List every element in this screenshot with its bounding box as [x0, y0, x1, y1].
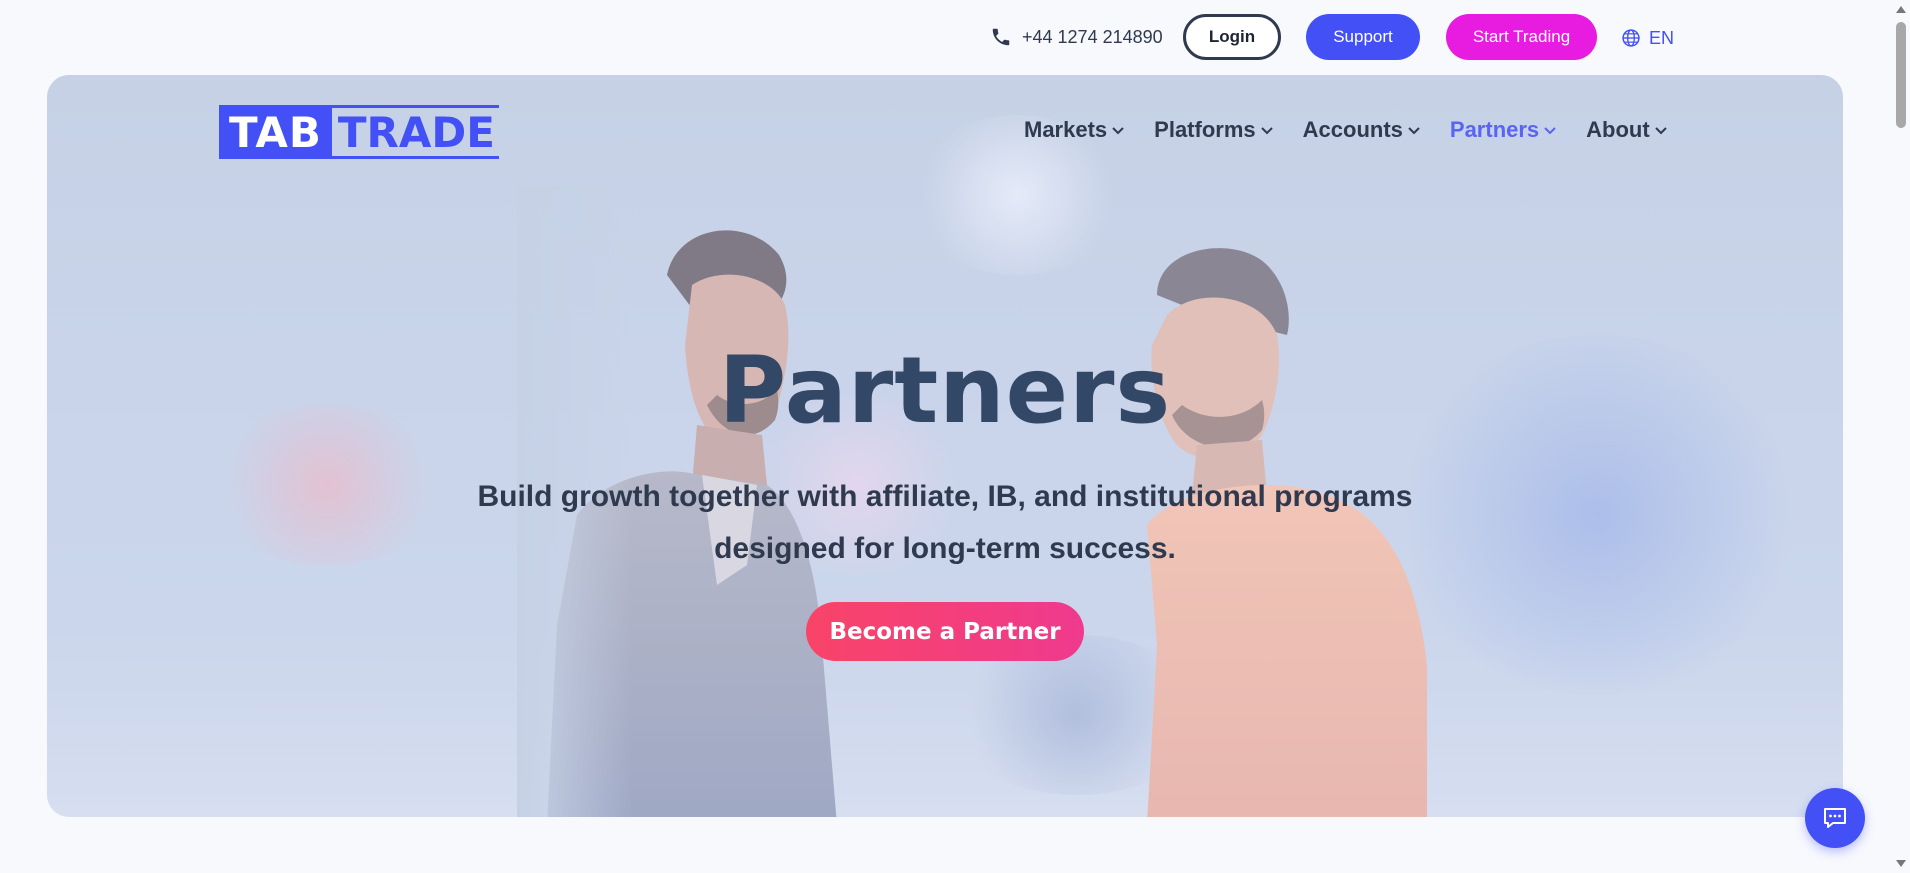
login-button[interactable]: Login — [1183, 14, 1281, 60]
chevron-down-icon — [1260, 127, 1273, 135]
main-nav: Markets Platforms Accounts Partners Abou… — [1024, 117, 1697, 143]
scroll-down-arrow[interactable] — [1896, 860, 1906, 867]
chat-icon — [1824, 808, 1846, 828]
nav-item-label: Partners — [1449, 117, 1540, 142]
hero-subtitle-line: Build growth together with affiliate, IB… — [477, 480, 1413, 513]
chevron-down-icon — [1408, 127, 1420, 135]
nav-item-label: About — [1586, 117, 1650, 142]
scroll-thumb[interactable] — [1896, 22, 1906, 128]
chevron-down-icon — [1544, 127, 1556, 135]
chat-widget-button[interactable] — [1805, 788, 1865, 848]
logo-part-tab: TAB — [219, 105, 332, 159]
page-title: Partners — [718, 337, 1172, 444]
phone-number: +44 1274 214890 — [1022, 26, 1163, 47]
become-partner-button[interactable]: Become a Partner — [806, 602, 1084, 661]
top-utility-bar: +44 1274 214890 Login Support Start Trad… — [0, 0, 1910, 75]
logo-part-trade: TRADE — [331, 105, 499, 159]
start-trading-button[interactable]: Start Trading — [1446, 14, 1597, 60]
hero-section: TAB TRADE Markets Platforms Accounts Par… — [47, 75, 1843, 817]
nav-item-markets[interactable]: Markets — [1024, 117, 1125, 143]
nav-item-label: Accounts — [1302, 117, 1403, 142]
scroll-up-arrow[interactable] — [1896, 6, 1906, 13]
nav-item-accounts[interactable]: Accounts — [1303, 117, 1421, 143]
hero-subtitle: Build growth together with affiliate, IB… — [445, 471, 1445, 575]
phone-icon — [992, 28, 1010, 46]
nav-item-partners[interactable]: Partners — [1450, 117, 1557, 143]
nav-item-about[interactable]: About — [1586, 117, 1668, 143]
phone-contact[interactable]: +44 1274 214890 — [990, 24, 1163, 50]
chevron-down-icon — [1654, 127, 1667, 135]
nav-item-platforms[interactable]: Platforms — [1154, 117, 1273, 143]
page-scrollbar[interactable] — [1892, 0, 1910, 873]
tabtrade-logo[interactable]: TAB TRADE — [219, 105, 499, 159]
support-button[interactable]: Support — [1306, 14, 1420, 60]
language-code: EN — [1649, 27, 1675, 48]
globe-icon — [1622, 29, 1640, 47]
chevron-down-icon — [1112, 127, 1124, 135]
hero-subtitle-line: designed for long-term success. — [714, 532, 1176, 565]
nav-item-label: Platforms — [1154, 117, 1256, 142]
nav-item-label: Markets — [1024, 117, 1108, 142]
language-selector[interactable]: EN — [1621, 26, 1674, 50]
